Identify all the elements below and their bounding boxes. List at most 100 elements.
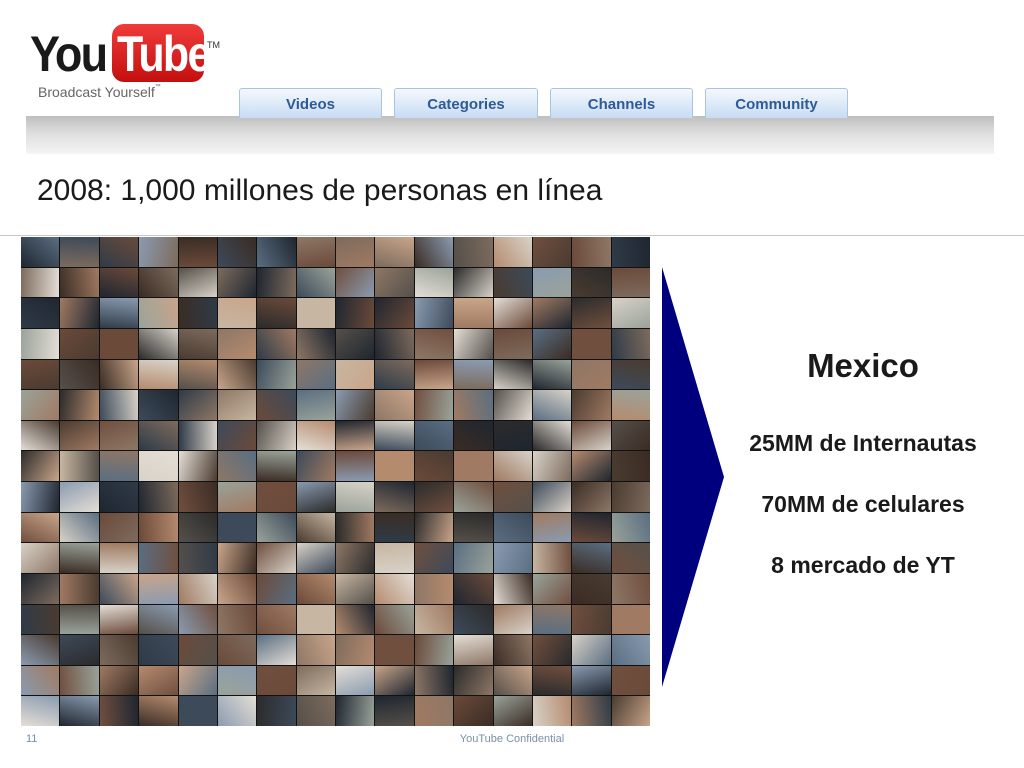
logo-tube-text: Tube [117, 26, 211, 82]
tab-channels[interactable]: Channels [550, 88, 693, 118]
mosaic-photo-tile [257, 420, 296, 451]
mosaic-photo-tile [336, 420, 375, 451]
mosaic-photo-tile [572, 267, 611, 298]
mosaic-photo-tile [217, 298, 257, 328]
mosaic-photo-tile [257, 665, 296, 696]
mosaic-photo-tile [99, 298, 139, 328]
mosaic-photo-tile [178, 451, 217, 481]
mosaic-photo-tile [414, 328, 454, 359]
mosaic-photo-tile [60, 451, 99, 481]
mosaic-photo-tile [21, 420, 60, 451]
mosaic-photo-tile [454, 328, 493, 359]
logo-you-text: You [30, 26, 108, 82]
photo-mosaic [21, 237, 650, 726]
mosaic-photo-tile [336, 237, 375, 267]
mosaic-photo-tile [375, 237, 414, 267]
mosaic-photo-tile [493, 390, 532, 420]
mosaic-photo-tile [336, 665, 375, 696]
mosaic-photo-tile [21, 237, 60, 267]
mosaic-photo-tile [493, 451, 532, 481]
mosaic-photo-tile [257, 512, 296, 543]
mosaic-photo-tile [414, 451, 454, 481]
mosaic-photo-tile [493, 237, 532, 267]
mosaic-photo-tile [139, 696, 178, 726]
mosaic-photo-tile [60, 237, 99, 267]
tab-videos[interactable]: Videos [239, 88, 382, 118]
mosaic-photo-tile [532, 604, 572, 635]
mosaic-photo-tile [139, 328, 178, 359]
mosaic-photo-tile [99, 696, 139, 726]
mosaic-photo-tile [454, 482, 493, 512]
mosaic-photo-tile [493, 543, 532, 573]
mosaic-photo-tile [414, 543, 454, 573]
mosaic-photo-tile [257, 267, 296, 298]
tab-community[interactable]: Community [705, 88, 848, 118]
mosaic-photo-tile [336, 482, 375, 512]
mosaic-photo-tile [336, 696, 375, 726]
mosaic-photo-tile [217, 512, 257, 543]
mosaic-photo-tile [611, 267, 650, 298]
mosaic-photo-tile [60, 696, 99, 726]
mosaic-photo-tile [99, 267, 139, 298]
mosaic-photo-tile [296, 573, 335, 604]
mosaic-photo-tile [532, 237, 572, 267]
mosaic-photo-tile [414, 359, 454, 390]
mosaic-photo-tile [611, 482, 650, 512]
mosaic-photo-tile [296, 665, 335, 696]
mosaic-photo-tile [178, 543, 217, 573]
mosaic-photo-tile [336, 298, 375, 328]
mosaic-photo-tile [178, 482, 217, 512]
mosaic-photo-tile [611, 451, 650, 481]
mosaic-photo-tile [336, 359, 375, 390]
mosaic-photo-tile [572, 543, 611, 573]
mosaic-photo-tile [296, 604, 335, 635]
mosaic-photo-tile [611, 665, 650, 696]
mosaic-photo-tile [375, 482, 414, 512]
mosaic-photo-tile [139, 543, 178, 573]
mosaic-photo-tile [178, 420, 217, 451]
mosaic-photo-tile [493, 635, 532, 665]
mosaic-photo-tile [493, 696, 532, 726]
mosaic-photo-tile [572, 696, 611, 726]
mosaic-photo-tile [454, 267, 493, 298]
mosaic-photo-tile [454, 298, 493, 328]
mosaic-photo-tile [336, 543, 375, 573]
mosaic-photo-tile [178, 328, 217, 359]
mosaic-photo-tile [139, 604, 178, 635]
mosaic-photo-tile [532, 573, 572, 604]
mosaic-photo-tile [296, 420, 335, 451]
mosaic-photo-tile [375, 543, 414, 573]
mosaic-photo-tile [375, 420, 414, 451]
mosaic-photo-tile [99, 328, 139, 359]
mosaic-photo-tile [572, 573, 611, 604]
mosaic-photo-tile [414, 267, 454, 298]
mosaic-photo-tile [257, 359, 296, 390]
mosaic-photo-tile [572, 359, 611, 390]
mosaic-photo-tile [21, 573, 60, 604]
mosaic-photo-tile [336, 604, 375, 635]
chevron-right-icon [662, 267, 724, 687]
mosaic-photo-tile [217, 543, 257, 573]
mosaic-photo-tile [414, 696, 454, 726]
mosaic-photo-tile [611, 420, 650, 451]
tab-categories[interactable]: Categories [394, 88, 538, 118]
mosaic-photo-tile [257, 573, 296, 604]
mosaic-photo-tile [257, 451, 296, 481]
mosaic-photo-tile [178, 298, 217, 328]
logo-tagline-trademark: ™ [154, 84, 161, 90]
mosaic-photo-tile [217, 696, 257, 726]
page-number: 11 [26, 733, 38, 745]
mosaic-photo-tile [296, 237, 335, 267]
mosaic-photo-tile [21, 543, 60, 573]
mosaic-photo-tile [454, 420, 493, 451]
mosaic-photo-tile [257, 390, 296, 420]
mosaic-photo-tile [296, 328, 335, 359]
mosaic-photo-tile [375, 604, 414, 635]
mosaic-photo-tile [99, 635, 139, 665]
youtube-logo[interactable]: You Tube TM Broadcast Yourself™ [30, 24, 220, 104]
mosaic-photo-tile [532, 543, 572, 573]
mosaic-photo-tile [21, 298, 60, 328]
mosaic-photo-tile [375, 665, 414, 696]
mosaic-photo-tile [178, 267, 217, 298]
logo-tagline-text: Broadcast Yourself [38, 84, 155, 100]
